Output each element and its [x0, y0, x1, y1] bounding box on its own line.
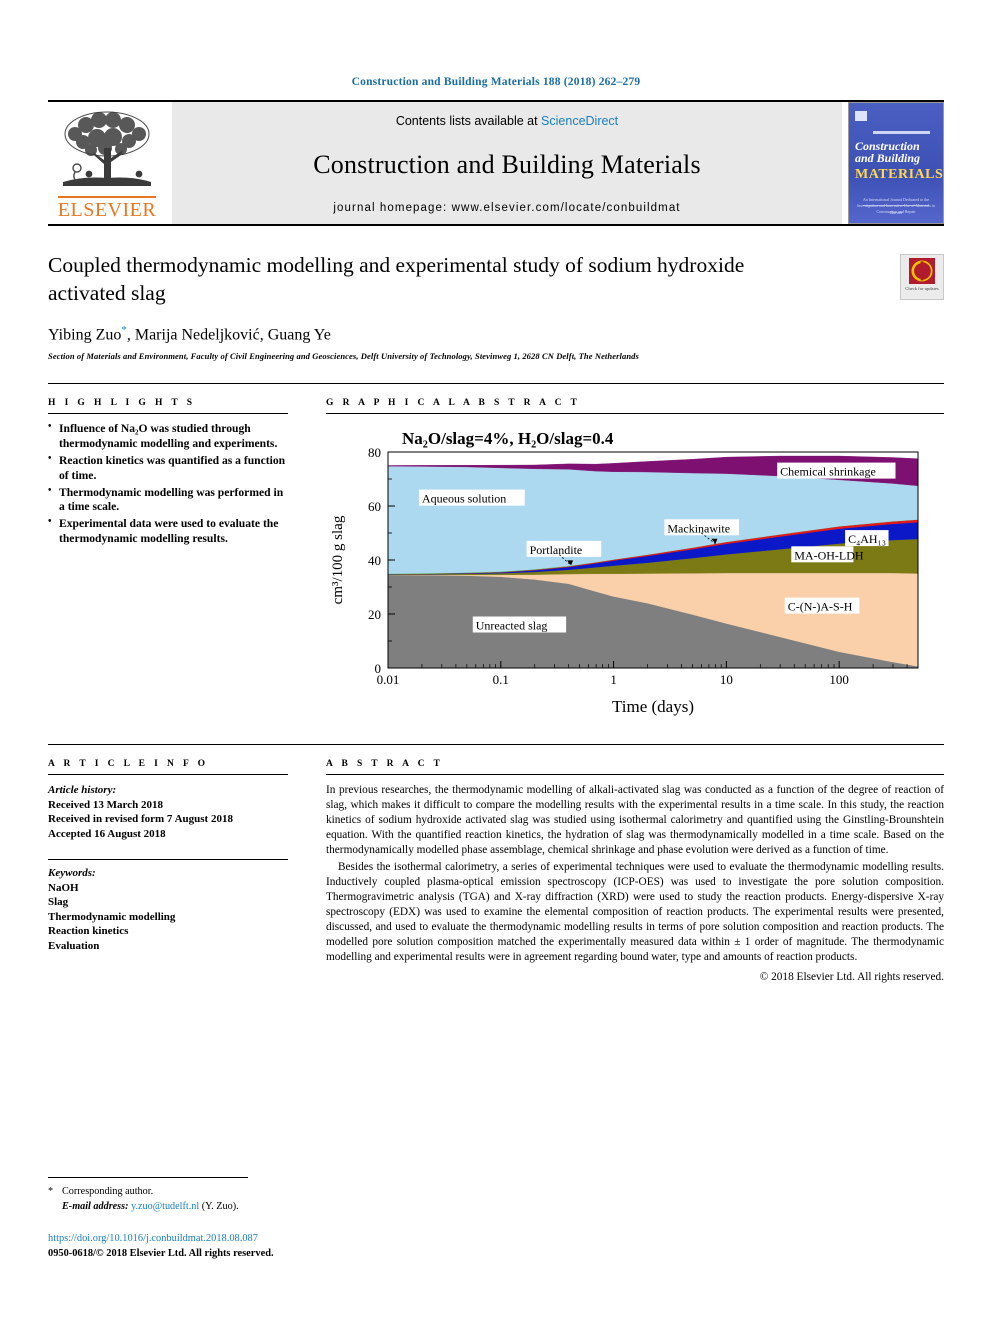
keyword-item: Reaction kinetics	[48, 925, 129, 938]
cover-rule	[873, 131, 931, 134]
svg-text:Portlandite: Portlandite	[530, 543, 583, 557]
email-label: E-mail address:	[62, 1201, 129, 1213]
keywords-block: Keywords: NaOH Slag Thermodynamic modell…	[48, 859, 288, 953]
journal-header: ELSEVIER Contents lists available at Sci…	[48, 102, 944, 224]
header-rule-bottom	[48, 224, 944, 226]
list-item: Influence of Na₂O was studied through th…	[48, 421, 288, 452]
keyword-item: Thermodynamic modelling	[48, 910, 176, 923]
journal-cover-thumbnail[interactable]: Construction and Building MATERIALS An I…	[848, 102, 944, 224]
crossmark-icon	[909, 258, 935, 284]
abstract-copyright: © 2018 Elsevier Ltd. All rights reserved…	[759, 971, 944, 984]
footer-rule	[48, 1177, 248, 1179]
svg-text:Time (days): Time (days)	[612, 697, 694, 716]
phase-assemblage-area-chart: 0204060800.01 0.1 1 10 100Time (days)cm³/100…	[330, 429, 919, 716]
abstract-rule	[326, 774, 944, 776]
sciencedirect-link[interactable]: ScienceDirect	[541, 114, 618, 128]
svg-text:80: 80	[368, 445, 381, 460]
paper-page: Construction and Building Materials 188 …	[0, 0, 992, 1323]
svg-text:Chemical shrinkage: Chemical shrinkage	[780, 465, 876, 479]
contents-line: Contents lists available at ScienceDirec…	[396, 114, 618, 128]
keywords-label: Keywords:	[48, 867, 96, 880]
journal-title: Construction and Building Materials	[313, 150, 701, 179]
graphical-abstract-column: G R A P H I C A L A B S T R A C T 0 20 40 6…	[306, 384, 944, 722]
author-first[interactable]: Yibing Zuo	[48, 326, 121, 343]
cover-footer-text: Elsevier	[889, 210, 903, 215]
abstract-paragraph: Besides the isothermal calorimetry, a se…	[326, 861, 944, 964]
abstract-heading: A B S T R A C T	[326, 759, 444, 770]
graphical-abstract-rule	[326, 413, 944, 415]
running-head: Construction and Building Materials 188 …	[351, 76, 641, 88]
keyword-item: NaOH	[48, 881, 79, 894]
svg-text:Unreacted slag: Unreacted slag	[476, 619, 548, 633]
list-item: Reaction kinetics was quantified as a fu…	[48, 453, 288, 484]
email-link[interactable]: y.zuo@tudelft.nl	[131, 1201, 199, 1212]
svg-text:C-(N-)A-S-H: C-(N-)A-S-H	[788, 600, 853, 614]
elsevier-wordmark: ELSEVIER	[57, 196, 157, 220]
email-suffix: (Y. Zuo).	[201, 1201, 239, 1213]
elsevier-tree-icon	[63, 111, 151, 186]
corresponding-author-text: Corresponding author.	[62, 1186, 154, 1198]
cover-logo-icon	[855, 111, 867, 122]
svg-text:Na₂O/slag=4%, H₂O/slag=0.4: Na₂O/slag=4%, H₂O/slag=0.4	[402, 429, 614, 448]
article-history-label: Article history:	[48, 784, 117, 797]
graphical-abstract-heading: G R A P H I C A L A B S T R A C T	[326, 398, 581, 409]
abstract-column: A B S T R A C T In previous researches, …	[306, 745, 944, 983]
footer-block: * Corresponding author. E-mail address: …	[48, 1185, 944, 1261]
author-list: Yibing Zuo*, Marija Nedeljković, Guang Y…	[48, 324, 944, 344]
revised-date: Received in revised form 7 August 2018	[48, 813, 233, 826]
accepted-date: Accepted 16 August 2018	[48, 827, 166, 840]
list-item: Thermodynamic modelling was performed in…	[48, 485, 288, 516]
journal-homepage[interactable]: journal homepage: www.elsevier.com/locat…	[333, 202, 680, 214]
keywords-rule	[48, 859, 288, 861]
svg-text:0.01: 0.01	[377, 672, 400, 687]
doi-link[interactable]: https://doi.org/10.1016/j.conbuildmat.20…	[48, 1231, 944, 1246]
asterisk-icon: *	[48, 1186, 54, 1198]
svg-text:100: 100	[829, 672, 849, 687]
highlights-column: H I G H L I G H T S Influence of Na₂O wa…	[48, 384, 306, 722]
svg-text:MA-OH-LDH: MA-OH-LDH	[794, 549, 864, 563]
article-history: Article history: Received 13 March 2018 …	[48, 783, 288, 841]
article-info-heading: A R T I C L E I N F O	[48, 759, 209, 770]
highlights-heading: H I G H L I G H T S	[48, 398, 196, 409]
svg-text:C₄AH₁₃: C₄AH₁₃	[848, 532, 886, 546]
elsevier-logo[interactable]: ELSEVIER	[48, 102, 166, 224]
svg-text:40: 40	[368, 553, 381, 568]
keyword-item: Slag	[48, 896, 69, 909]
svg-text:cm³/100 g slag: cm³/100 g slag	[330, 515, 346, 604]
graphical-abstract-figure: 0 20 40 60 80 0.01 0.1 1 10 100 Time (days) cm³/100…	[326, 422, 944, 722]
page-title: Coupled thermodynamic modelling and expe…	[48, 253, 745, 305]
svg-text:Aqueous solution: Aqueous solution	[422, 492, 506, 506]
authors-rest[interactable]: , Marija Nedeljković, Guang Ye	[127, 326, 331, 343]
list-item: Experimental data were used to evaluate …	[48, 516, 288, 547]
received-date: Received 13 March 2018	[48, 798, 163, 811]
svg-text:10: 10	[720, 672, 733, 687]
abstract-paragraph: In previous researches, the thermodynami…	[326, 784, 944, 857]
keyword-item: Evaluation	[48, 939, 100, 952]
svg-text:1: 1	[610, 672, 617, 687]
svg-text:0.1: 0.1	[493, 672, 509, 687]
svg-text:20: 20	[368, 607, 381, 622]
abstract-body: In previous researches, the thermodynami…	[326, 783, 944, 983]
article-info-rule	[48, 774, 288, 776]
cover-footer: Elsevier	[849, 205, 943, 215]
cover-line-3: MATERIALS	[855, 167, 944, 182]
issn-copyright: 0950-0618/© 2018 Elsevier Ltd. All right…	[48, 1247, 274, 1259]
article-info-column: A R T I C L E I N F O Article history: R…	[48, 745, 306, 983]
svg-text:60: 60	[368, 499, 381, 514]
keywords-list: Keywords: NaOH Slag Thermodynamic modell…	[48, 866, 288, 953]
cover-line-2: and Building	[855, 151, 921, 166]
highlights-rule	[48, 413, 288, 415]
contents-prefix: Contents lists available at	[395, 114, 542, 128]
title-block: Coupled thermodynamic modelling and expe…	[48, 252, 944, 361]
highlights-list: Influence of Na₂O was studied through th…	[48, 421, 288, 547]
journal-center-band: Contents lists available at ScienceDirec…	[172, 102, 842, 224]
highlights-graphical-row: H I G H L I G H T S Influence of Na₂O wa…	[48, 384, 944, 722]
articleinfo-abstract-row: A R T I C L E I N F O Article history: R…	[48, 745, 944, 983]
svg-text:Mackinawite: Mackinawite	[667, 522, 730, 536]
affiliation: Section of Materials and Environment, Fa…	[48, 351, 639, 362]
email-note: E-mail address: y.zuo@tudelft.nl (Y. Zuo…	[48, 1200, 944, 1215]
corresponding-author-note: * Corresponding author.	[48, 1185, 944, 1200]
crossmark-label: Check for updates	[905, 286, 939, 291]
crossmark-badge[interactable]: Check for updates	[900, 254, 944, 300]
